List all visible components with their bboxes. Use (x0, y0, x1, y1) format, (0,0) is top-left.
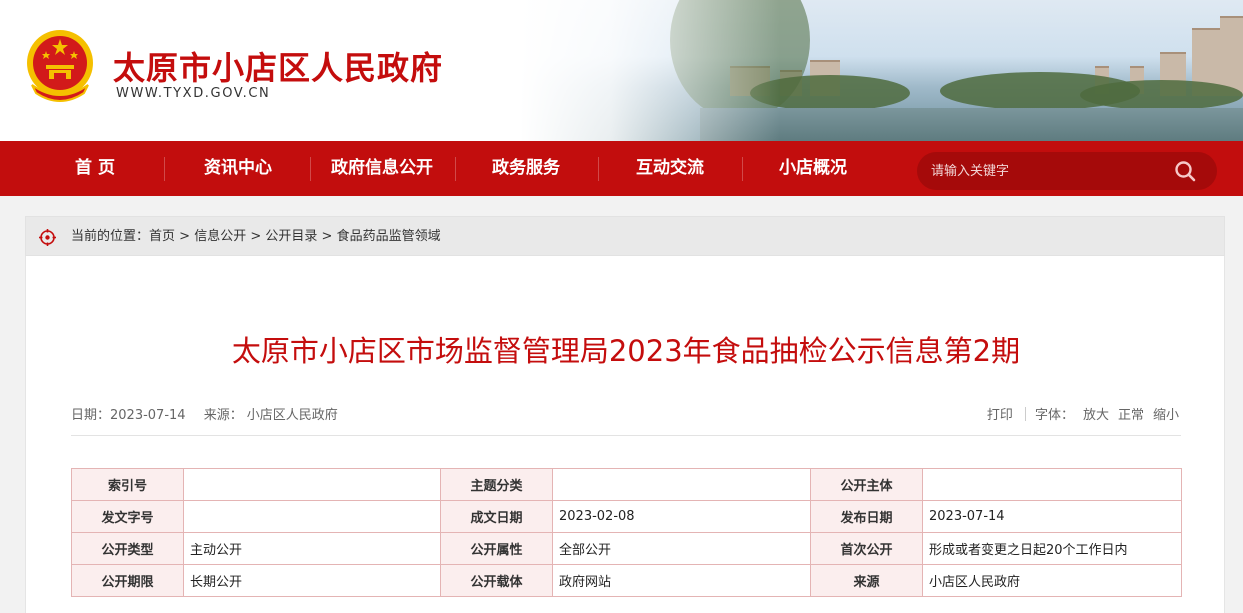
font-large-link[interactable]: 放大 (1083, 408, 1109, 423)
nav-divider (310, 157, 311, 181)
nav-item-home[interactable]: 首 页 (55, 141, 135, 196)
breadcrumb-prefix: 当前的位置： (71, 229, 150, 244)
nav-item-about[interactable]: 小店概况 (760, 141, 866, 196)
breadcrumb-trail: 当前的位置：首页 > 信息公开 > 公开目录 > 食品药品监管领域 (71, 217, 441, 257)
table-value-cell: 2023-02-08 (552, 500, 811, 533)
breadcrumb: 当前的位置：首页 > 信息公开 > 公开目录 > 食品药品监管领域 (25, 216, 1225, 256)
nav-item-news[interactable]: 资讯中心 (185, 141, 291, 196)
print-link[interactable]: 打印 (987, 408, 1013, 423)
search-box (917, 152, 1217, 190)
breadcrumb-separator: > (175, 229, 195, 244)
search-icon[interactable] (1173, 159, 1197, 183)
table-value-cell: 形成或者变更之日起20个工作日内 (922, 532, 1182, 565)
nav-item-services[interactable]: 政务服务 (473, 141, 579, 196)
table-key-cell: 公开主体 (810, 468, 923, 501)
article-tools: 打印 字体： 放大 正常 缩小 (987, 404, 1179, 423)
breadcrumb-link-catalog[interactable]: 公开目录 (265, 229, 317, 244)
table-key-cell: 公开期限 (71, 564, 184, 597)
table-value-cell (552, 468, 811, 501)
breadcrumb-link-info[interactable]: 信息公开 (194, 229, 246, 244)
article-source: 小店区人民政府 (246, 408, 338, 423)
nav-item-gov-info[interactable]: 政府信息公开 (318, 141, 446, 196)
location-target-icon (39, 229, 56, 246)
nav-divider (164, 157, 165, 181)
breadcrumb-link-home[interactable]: 首页 (149, 229, 175, 244)
article-date: 2023-07-14 (110, 408, 186, 423)
table-key-cell: 公开类型 (71, 532, 184, 565)
nav-divider (598, 157, 599, 181)
date-label: 日期： (71, 408, 111, 423)
table-value-cell: 长期公开 (183, 564, 441, 597)
table-value-cell: 政府网站 (552, 564, 811, 597)
site-url: WWW.TYXD.GOV.CN (116, 86, 271, 101)
table-value-cell (183, 468, 441, 501)
table-key-cell: 主题分类 (440, 468, 553, 501)
table-value-cell: 2023-07-14 (922, 500, 1182, 533)
table-row: 发文字号 成文日期 2023-02-08 发布日期 2023-07-14 (71, 500, 1182, 533)
breadcrumb-separator: > (246, 229, 266, 244)
banner-trees (1080, 80, 1243, 110)
table-row: 公开期限 长期公开 公开载体 政府网站 来源 小店区人民政府 (71, 564, 1182, 597)
banner-water (700, 108, 1243, 141)
table-key-cell: 来源 (810, 564, 923, 597)
table-row: 公开类型 主动公开 公开属性 全部公开 首次公开 形成或者变更之日起20个工作日内 (71, 532, 1182, 565)
table-key-cell: 索引号 (71, 468, 184, 501)
table-key-cell: 首次公开 (810, 532, 923, 565)
disclosure-info-table: 索引号 主题分类 公开主体发文字号 成文日期 2023-02-08 发布日期 2023-07… (71, 468, 1182, 597)
article-container: 太原市小店区市场监督管理局2023年食品抽检公示信息第2期 日期：2023-07… (25, 256, 1225, 613)
meta-divider (71, 435, 1181, 436)
banner-fade (520, 0, 780, 141)
nav-divider (742, 157, 743, 181)
table-key-cell: 发文字号 (71, 500, 184, 533)
table-key-cell: 公开载体 (440, 564, 553, 597)
breadcrumb-separator: > (317, 229, 337, 244)
font-size-label: 字体： (1034, 408, 1074, 423)
table-row: 索引号 主题分类 公开主体 (71, 468, 1182, 501)
table-key-cell: 成文日期 (440, 500, 553, 533)
table-value-cell: 全部公开 (552, 532, 811, 565)
table-value-cell: 小店区人民政府 (922, 564, 1182, 597)
banner-building (1220, 16, 1243, 96)
table-value-cell (183, 500, 441, 533)
table-value-cell: 主动公开 (183, 532, 441, 565)
font-normal-link[interactable]: 正常 (1118, 408, 1144, 423)
source-label: 来源： (203, 408, 243, 423)
tools-divider (1024, 407, 1026, 421)
national-emblem-logo (27, 30, 93, 102)
site-header: 太原市小店区人民政府 WWW.TYXD.GOV.CN (0, 0, 1243, 141)
nav-item-interaction[interactable]: 互动交流 (617, 141, 723, 196)
article-title: 太原市小店区市场监督管理局2023年食品抽检公示信息第2期 (231, 334, 1021, 368)
table-key-cell: 公开属性 (440, 532, 553, 565)
font-small-link[interactable]: 缩小 (1153, 408, 1179, 423)
table-key-cell: 发布日期 (810, 500, 923, 533)
breadcrumb-link-food-drug[interactable]: 食品药品监管领域 (337, 229, 441, 244)
article-meta: 日期：2023-07-14 来源： 小店区人民政府 (71, 404, 338, 423)
site-title: 太原市小店区人民政府 (113, 49, 444, 87)
nav-divider (455, 157, 456, 181)
table-value-cell (922, 468, 1182, 501)
search-input[interactable] (931, 152, 1171, 190)
